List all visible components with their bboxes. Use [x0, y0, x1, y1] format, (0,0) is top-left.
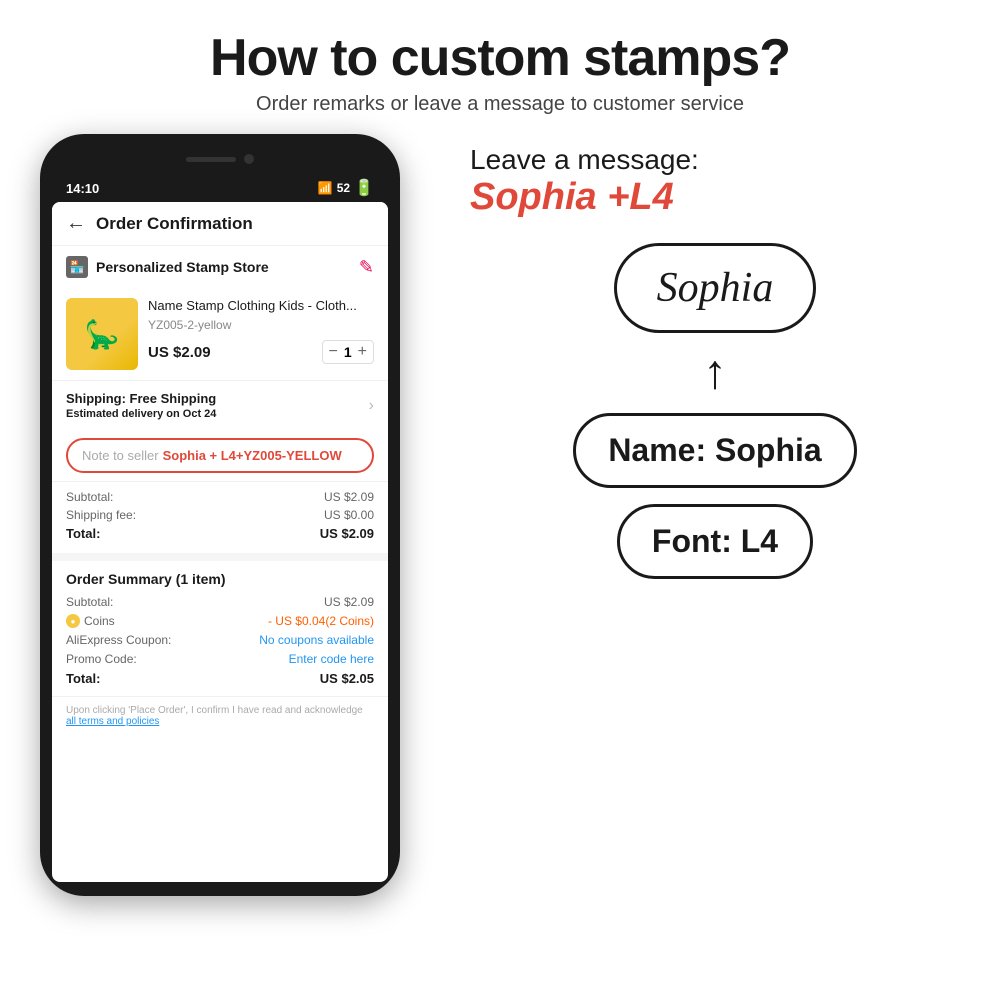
summary-subtotal-value: US $2.09 [324, 595, 374, 609]
shipping-sub: Estimated delivery on Oct 24 [66, 408, 216, 420]
subtotal-line: Subtotal: US $2.09 [66, 490, 374, 504]
store-name: Personalized Stamp Store [96, 259, 269, 275]
phone-screen: ← Order Confirmation 🏪 Personalized Stam… [52, 202, 388, 882]
note-seller-value: Sophia + L4+YZ005-YELLOW [163, 448, 342, 463]
summary-promo-line: Promo Code: Enter code here [66, 652, 374, 666]
page-container: How to custom stamps? Order remarks or l… [0, 0, 1000, 1000]
note-seller-label: Note to seller [82, 448, 159, 463]
store-icon: 🏪 [66, 256, 88, 278]
qty-plus-button[interactable]: + [358, 343, 367, 361]
coins-row: ● Coins [66, 614, 115, 628]
app-header: ← Order Confirmation [52, 202, 388, 246]
coins-label: Coins [84, 614, 115, 628]
product-price-row: US $2.09 − 1 + [148, 340, 374, 364]
font-box-text: Font: L4 [652, 523, 778, 559]
shipping-row: Shipping: Free Shipping Estimated delive… [52, 380, 388, 430]
back-button[interactable]: ← [66, 212, 86, 235]
leave-message-section: Leave a message: Sophia +L4 [470, 144, 960, 219]
summary-subtotal-line: Subtotal: US $2.09 [66, 595, 374, 609]
summary-total-line: Total: US $2.05 [66, 671, 374, 686]
product-info: Name Stamp Clothing Kids - Cloth... YZ00… [148, 298, 374, 370]
product-image-inner: 🦕 [66, 298, 138, 370]
font-box: Font: L4 [617, 504, 813, 579]
subtotal-value: US $2.09 [324, 490, 374, 504]
subtitle: Order remarks or leave a message to cust… [40, 93, 960, 116]
store-row: 🏪 Personalized Stamp Store ✎ [52, 246, 388, 288]
qty-minus-button[interactable]: − [329, 343, 338, 361]
header: How to custom stamps? Order remarks or l… [40, 30, 960, 116]
product-emoji: 🦕 [85, 318, 120, 351]
edit-icon[interactable]: ✎ [359, 257, 374, 278]
shipping-fee-value: US $0.00 [324, 508, 374, 522]
signal-strength: 52 [337, 181, 350, 195]
phone-status-bar: 14:10 📶 52 🔋 [52, 176, 388, 202]
leave-message-label: Leave a message: [470, 144, 960, 176]
right-content: Leave a message: Sophia +L4 Sophia ↑ Nam… [470, 134, 960, 579]
shipping-info: Shipping: Free Shipping Estimated delive… [66, 391, 216, 420]
phone-speaker [186, 157, 236, 162]
coin-icon: ● [66, 614, 80, 628]
signal-icon: 📶 [318, 181, 333, 195]
shipping-date: Oct 24 [183, 408, 217, 420]
phone-mockup: 14:10 📶 52 🔋 ← Order Confirmation [40, 134, 400, 896]
summary-total-value: US $2.05 [320, 671, 374, 686]
app-title: Order Confirmation [96, 214, 253, 234]
phone-camera [244, 154, 254, 164]
product-image: 🦕 [66, 298, 138, 370]
summary-coupon-line: AliExpress Coupon: No coupons available [66, 633, 374, 647]
shipping-sub-text: Estimated delivery on [66, 408, 180, 420]
total-value: US $2.09 [320, 526, 374, 541]
stamp-preview: Sophia [614, 243, 817, 333]
stamp-text: Sophia [657, 265, 774, 311]
footer-link[interactable]: all terms and policies [66, 716, 159, 727]
product-row: 🦕 Name Stamp Clothing Kids - Cloth... YZ… [52, 288, 388, 380]
total-label: Total: [66, 526, 100, 541]
coupon-value: No coupons available [259, 633, 374, 647]
note-seller-wrapper: Note to seller Sophia + L4+YZ005-YELLOW [52, 430, 388, 481]
summary-subtotal-label: Subtotal: [66, 595, 113, 609]
shipping-fee-label: Shipping fee: [66, 508, 136, 522]
content-area: 14:10 📶 52 🔋 ← Order Confirmation [40, 134, 960, 896]
summary-coins-line: ● Coins - US $0.04(2 Coins) [66, 614, 374, 628]
order-summary-title: Order Summary (1 item) [66, 571, 374, 587]
subtotal-label: Subtotal: [66, 490, 113, 504]
arrow-up-icon: ↑ [703, 349, 727, 397]
phone-container: 14:10 📶 52 🔋 ← Order Confirmation [40, 134, 430, 896]
quantity-control[interactable]: − 1 + [322, 340, 374, 364]
promo-label: Promo Code: [66, 652, 137, 666]
price-summary: Subtotal: US $2.09 Shipping fee: US $0.0… [52, 481, 388, 553]
product-name: Name Stamp Clothing Kids - Cloth... [148, 298, 374, 315]
shipping-title: Shipping: Free Shipping [66, 391, 216, 406]
promo-value[interactable]: Enter code here [289, 652, 374, 666]
product-price: US $2.09 [148, 344, 211, 361]
battery-icon: 🔋 [354, 178, 374, 198]
chevron-icon: › [369, 397, 374, 415]
store-left: 🏪 Personalized Stamp Store [66, 256, 269, 278]
status-time: 14:10 [66, 181, 99, 196]
leave-message-value: Sophia +L4 [470, 176, 960, 219]
quantity-value: 1 [344, 344, 352, 360]
status-right: 📶 52 🔋 [318, 178, 374, 198]
product-variant: YZ005-2-yellow [148, 318, 374, 332]
coupon-label: AliExpress Coupon: [66, 633, 171, 647]
order-summary: Order Summary (1 item) Subtotal: US $2.0… [52, 553, 388, 696]
coins-value: - US $0.04(2 Coins) [268, 614, 374, 628]
name-box: Name: Sophia [573, 413, 856, 488]
footer-text: Upon clicking 'Place Order', I confirm I… [66, 705, 363, 716]
main-title: How to custom stamps? [40, 30, 960, 87]
note-seller-box[interactable]: Note to seller Sophia + L4+YZ005-YELLOW [66, 438, 374, 473]
footer-note: Upon clicking 'Place Order', I confirm I… [52, 696, 388, 735]
right-items: Sophia ↑ Name: Sophia Font: L4 [470, 243, 960, 579]
phone-notch [160, 148, 280, 170]
name-box-text: Name: Sophia [608, 432, 821, 468]
summary-total-label: Total: [66, 671, 100, 686]
total-line: Total: US $2.09 [66, 526, 374, 541]
shipping-fee-line: Shipping fee: US $0.00 [66, 508, 374, 522]
